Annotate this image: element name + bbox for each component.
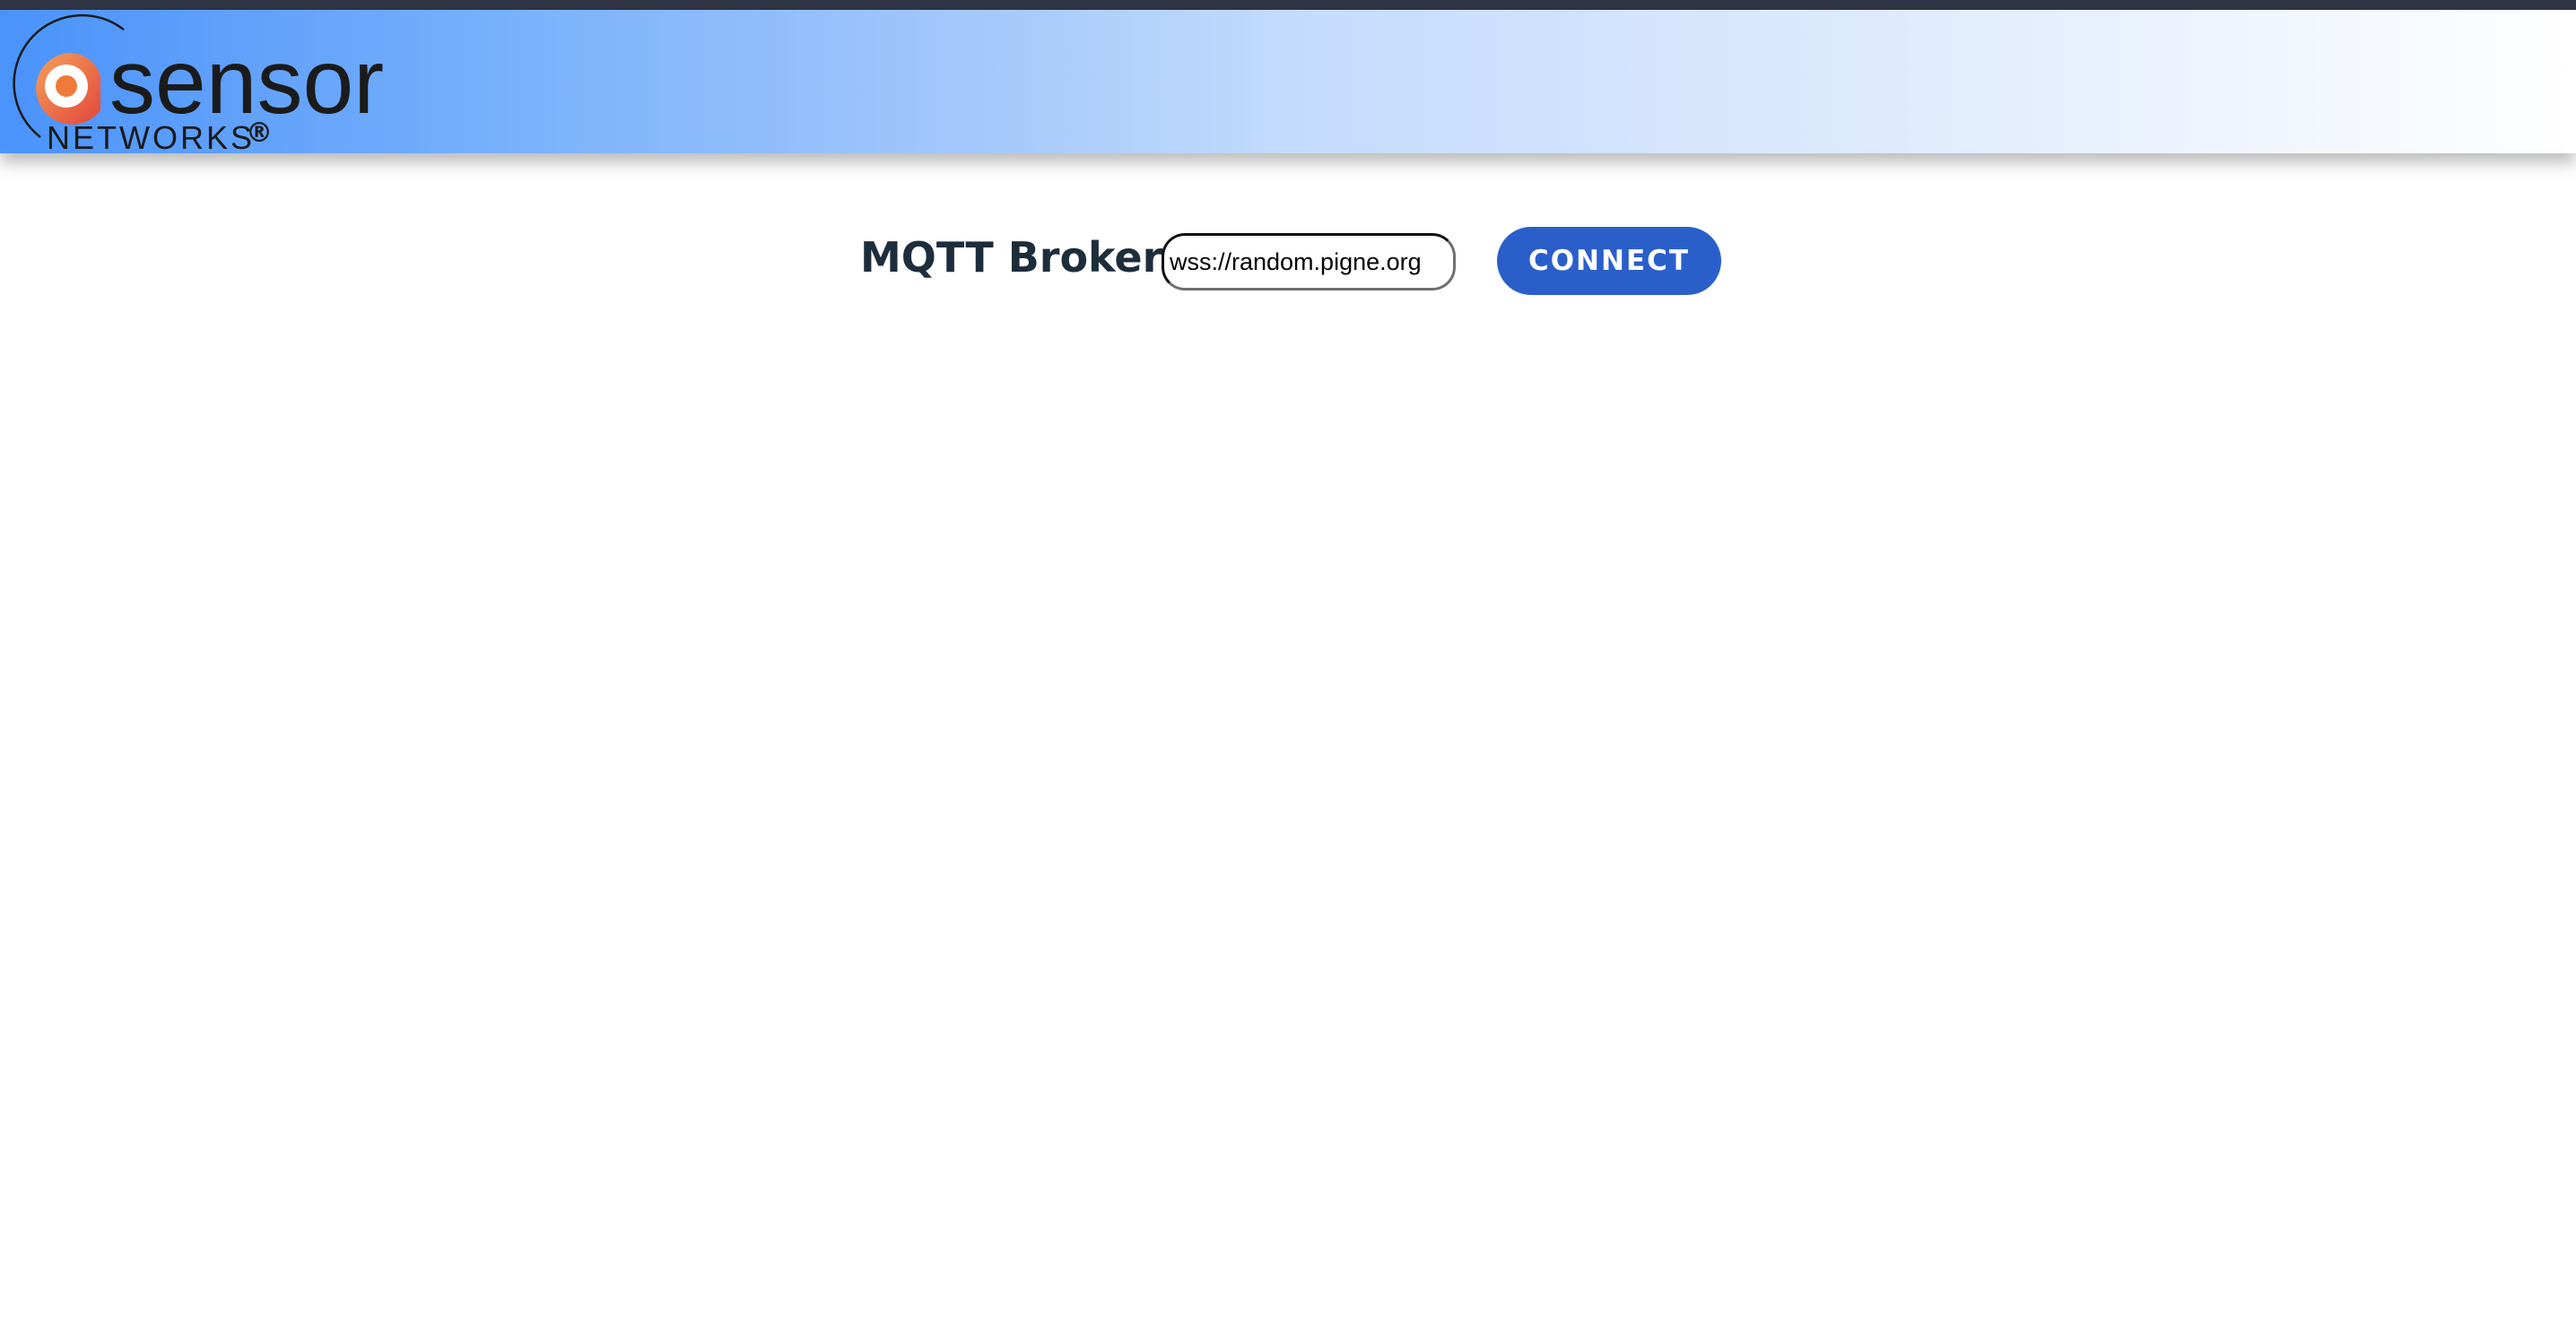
broker-url-input[interactable] <box>1162 233 1456 290</box>
top-strip <box>0 0 2576 10</box>
logo-pin-dot <box>56 75 77 97</box>
connect-button[interactable]: CONNECT <box>1497 227 1721 295</box>
sensor-networks-logo: sensor NETWORKS ® <box>13 13 384 153</box>
broker-connect-bar: MQTT Broker: CONNECT <box>860 226 1721 298</box>
broker-label: MQTT Broker: <box>860 233 1179 282</box>
logo-registered-mark: ® <box>246 117 273 149</box>
logo-subtitle: NETWORKS <box>47 119 255 153</box>
app-header: sensor NETWORKS ® <box>0 10 2576 153</box>
